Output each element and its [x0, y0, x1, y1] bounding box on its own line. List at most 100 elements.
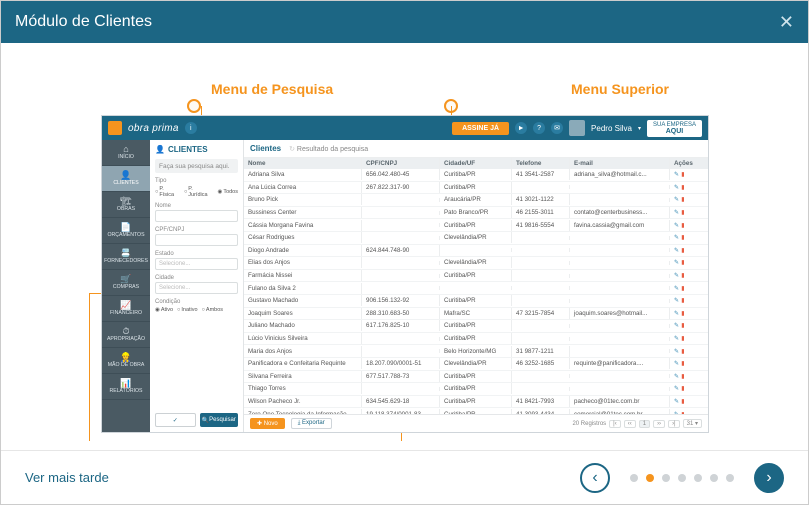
table-row[interactable]: Cássia Morgana FavinaCuritiba/PR41 9816-… [244, 219, 708, 232]
delete-icon[interactable]: ▮ [681, 222, 684, 229]
sidebar-item-orçamentos[interactable]: 📄ORÇAMENTOS [102, 218, 150, 244]
edit-icon[interactable]: ✎ [674, 335, 679, 342]
delete-icon[interactable]: ▮ [681, 335, 684, 342]
delete-icon[interactable]: ▮ [681, 171, 684, 178]
see-later-link[interactable]: Ver mais tarde [25, 470, 109, 485]
th-nome[interactable]: Nome [244, 158, 362, 169]
cpf-input[interactable] [155, 234, 238, 246]
delete-icon[interactable]: ▮ [681, 234, 684, 241]
table-row[interactable]: Diogo Andrade624.844.748-90✎▮ [244, 245, 708, 258]
step-dot[interactable] [662, 474, 670, 482]
delete-icon[interactable]: ▮ [681, 209, 684, 216]
edit-icon[interactable]: ✎ [674, 285, 679, 292]
close-icon[interactable]: ✕ [779, 12, 794, 33]
table-row[interactable]: Fulano da Silva 2✎▮ [244, 282, 708, 295]
step-dot[interactable] [694, 474, 702, 482]
delete-icon[interactable]: ▮ [681, 348, 684, 355]
edit-icon[interactable]: ✎ [674, 348, 679, 355]
sidebar-item-mão de obra[interactable]: 👷MÃO DE OBRA [102, 348, 150, 374]
th-telefone[interactable]: Telefone [512, 158, 570, 169]
table-row[interactable]: Elias dos AnjosClevelândia/PR✎▮ [244, 257, 708, 270]
table-row[interactable]: Farmácia NisseiCuritiba/PR✎▮ [244, 270, 708, 283]
delete-icon[interactable]: ▮ [681, 259, 684, 266]
edit-icon[interactable]: ✎ [674, 222, 679, 229]
step-dot[interactable] [710, 474, 718, 482]
page-size-select[interactable]: 31 ▾ [683, 419, 702, 428]
table-row[interactable]: Adriana Silva656.042.480-45Curitiba/PR41… [244, 169, 708, 182]
search-button[interactable]: 🔍 Pesquisar [200, 413, 239, 427]
table-row[interactable]: Silvana Ferreira677.517.788-73Curitiba/P… [244, 371, 708, 384]
sidebar-item-compras[interactable]: 🛒COMPRAS [102, 270, 150, 296]
sidebar-item-fornecedores[interactable]: 📇FORNECEDORES [102, 244, 150, 270]
search-input[interactable]: Faça sua pesquisa aqui. [155, 159, 238, 173]
sidebar-item-apropriação[interactable]: ⏱APROPRIAÇÃO [102, 322, 150, 348]
table-row[interactable]: Lúcio Vinicius SilveiraCuritiba/PR✎▮ [244, 333, 708, 346]
table-row[interactable]: Joaquim Soares288.310.683-50Mafra/SC47 3… [244, 308, 708, 321]
edit-icon[interactable]: ✎ [674, 360, 679, 367]
user-name[interactable]: Pedro Silva [591, 124, 632, 133]
table-row[interactable]: Bussiness CenterPato Branco/PR46 2155-30… [244, 207, 708, 220]
edit-icon[interactable]: ✎ [674, 398, 679, 405]
radio-pf[interactable]: P. Física [159, 186, 180, 198]
edit-icon[interactable]: ✎ [674, 310, 679, 317]
chevron-down-icon[interactable]: ▾ [638, 125, 641, 132]
help-icon[interactable]: ? [533, 122, 545, 134]
estado-select[interactable]: Selecione... [155, 258, 238, 270]
edit-icon[interactable]: ✎ [674, 385, 679, 392]
delete-icon[interactable]: ▮ [681, 385, 684, 392]
radio-pj[interactable]: P. Jurídica [188, 186, 213, 198]
edit-icon[interactable]: ✎ [674, 209, 679, 216]
delete-icon[interactable]: ▮ [681, 310, 684, 317]
new-button[interactable]: ✚ Novo [250, 418, 285, 429]
page-next-button[interactable]: ›› [653, 420, 665, 428]
delete-icon[interactable]: ▮ [681, 285, 684, 292]
step-dot[interactable] [726, 474, 734, 482]
edit-icon[interactable]: ✎ [674, 184, 679, 191]
table-row[interactable]: Panificadora e Confeitaria Requinte18.20… [244, 358, 708, 371]
nome-input[interactable] [155, 210, 238, 222]
sidebar-item-clientes[interactable]: 👤CLIENTES [102, 166, 150, 192]
edit-icon[interactable]: ✎ [674, 196, 679, 203]
notification-icon[interactable]: ✉ [551, 122, 563, 134]
cidade-select[interactable]: Selecione... [155, 282, 238, 294]
th-cpf[interactable]: CPF/CNPJ [362, 158, 440, 169]
play-icon[interactable]: ► [515, 122, 527, 134]
condicao-radio-group[interactable]: ◉Ativo ○Inativo ○Ambos [155, 307, 238, 313]
radio-todos[interactable]: Todos [223, 189, 238, 195]
edit-icon[interactable]: ✎ [674, 234, 679, 241]
delete-icon[interactable]: ▮ [681, 196, 684, 203]
clear-button[interactable]: ✓ [155, 413, 196, 427]
edit-icon[interactable]: ✎ [674, 322, 679, 329]
table-row[interactable]: Thiago TorresCuritiba/PR✎▮ [244, 383, 708, 396]
th-email[interactable]: E-mail [570, 158, 670, 169]
tipo-radio-group[interactable]: ○P. Física ○P. Jurídica ◉Todos [155, 186, 238, 198]
page-prev-button[interactable]: ‹‹ [624, 420, 636, 428]
edit-icon[interactable]: ✎ [674, 373, 679, 380]
table-row[interactable]: Wilson Pacheco Jr.634.545.629-18Curitiba… [244, 396, 708, 409]
info-icon[interactable]: i [185, 122, 197, 134]
sidebar-item-obras[interactable]: 🏗OBRAS [102, 192, 150, 218]
page-first-button[interactable]: |‹ [609, 420, 621, 428]
delete-icon[interactable]: ▮ [681, 297, 684, 304]
step-dot[interactable] [630, 474, 638, 482]
delete-icon[interactable]: ▮ [681, 398, 684, 405]
page-last-button[interactable]: ›| [668, 420, 680, 428]
step-dot[interactable] [678, 474, 686, 482]
table-row[interactable]: Maria dos AnjosBelo Horizonte/MG31 9877-… [244, 345, 708, 358]
edit-icon[interactable]: ✎ [674, 272, 679, 279]
edit-icon[interactable]: ✎ [674, 297, 679, 304]
sidebar-item-financeiro[interactable]: 📈FINANCEIRO [102, 296, 150, 322]
delete-icon[interactable]: ▮ [681, 272, 684, 279]
step-dot[interactable] [646, 474, 654, 482]
delete-icon[interactable]: ▮ [681, 247, 684, 254]
delete-icon[interactable]: ▮ [681, 322, 684, 329]
delete-icon[interactable]: ▮ [681, 360, 684, 367]
th-cidade[interactable]: Cidade/UF [440, 158, 512, 169]
table-row[interactable]: Bruno PickAraucária/PR41 3021-1122✎▮ [244, 194, 708, 207]
sidebar-item-início[interactable]: ⌂INÍCIO [102, 140, 150, 166]
radio-ativo[interactable]: Ativo [161, 307, 173, 313]
table-row[interactable]: Juliano Machado617.176.825-10Curitiba/PR… [244, 320, 708, 333]
table-row[interactable]: César RodriguesClevelândia/PR✎▮ [244, 232, 708, 245]
tour-prev-button[interactable]: ‹ [580, 463, 610, 493]
subscribe-button[interactable]: ASSINE JÁ [452, 122, 509, 135]
